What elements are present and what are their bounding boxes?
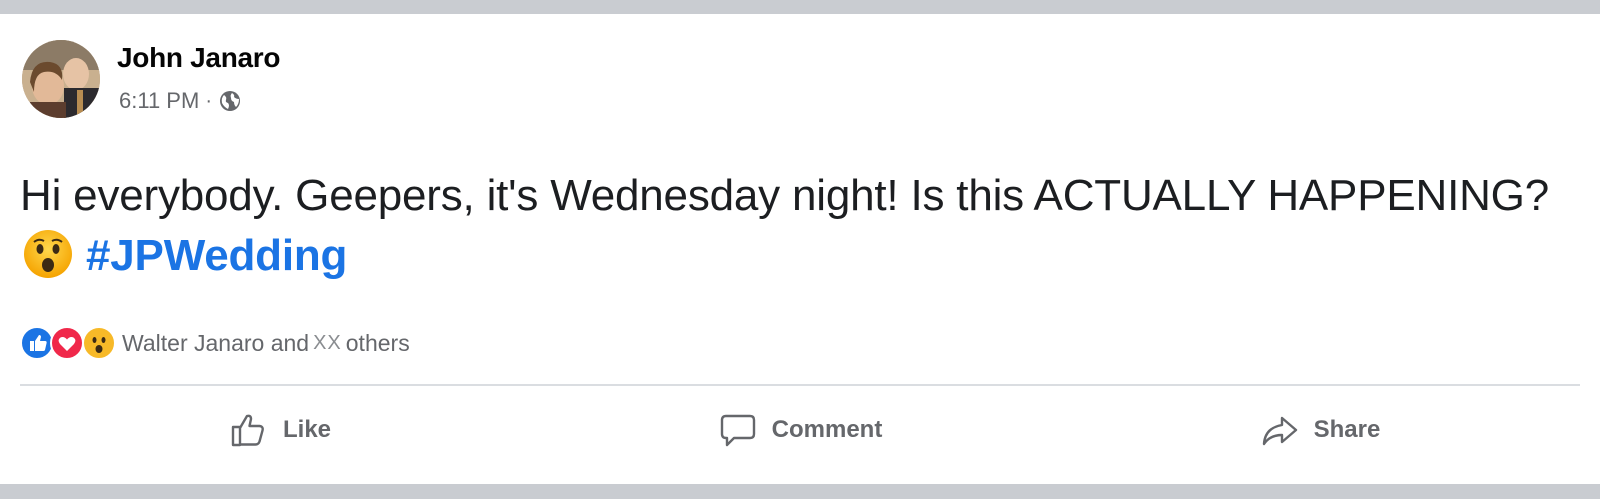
- globe-icon[interactable]: [218, 89, 242, 113]
- comment-label: Comment: [771, 416, 883, 443]
- post-text: Hi everybody. Geepers, it's Wednesday ni…: [20, 171, 1549, 220]
- love-reaction-icon: [50, 326, 84, 360]
- share-label: Share: [1313, 416, 1381, 443]
- meta-separator: ·: [205, 89, 212, 112]
- post-body: Hi everybody. Geepers, it's Wednesday ni…: [20, 166, 1560, 286]
- post-meta: 6:11 PM ·: [119, 88, 242, 114]
- reaction-names: Walter Janaro and: [122, 329, 310, 356]
- post-card: John Janaro 6:11 PM · Hi everybody. Geep…: [0, 14, 1600, 484]
- reaction-summary-text[interactable]: Walter Janaro and XX others: [122, 330, 410, 357]
- like-button[interactable]: Like: [20, 398, 540, 462]
- feed-separator: [0, 484, 1600, 499]
- reaction-count: XX: [313, 331, 342, 354]
- share-button[interactable]: Share: [1060, 398, 1580, 462]
- actions-divider: [20, 384, 1580, 386]
- post-timestamp[interactable]: 6:11 PM: [119, 88, 199, 114]
- comment-button[interactable]: Comment: [540, 398, 1060, 462]
- author-name[interactable]: John Janaro: [117, 42, 280, 74]
- reaction-others: others: [345, 329, 410, 356]
- share-arrow-icon: [1262, 416, 1297, 446]
- hashtag-link[interactable]: #JPWedding: [86, 231, 347, 280]
- avatar[interactable]: [22, 40, 100, 118]
- wow-reaction-icon: [82, 326, 116, 360]
- astonished-face-icon: [22, 228, 74, 280]
- reactions-summary[interactable]: Walter Janaro and XX others: [20, 326, 410, 360]
- comment-bubble-icon: [720, 414, 755, 447]
- thumbs-up-icon: [231, 414, 264, 447]
- reaction-icons: [20, 326, 120, 360]
- like-label: Like: [282, 416, 332, 443]
- post-actions: Like Comment Share: [20, 398, 1580, 462]
- like-reaction-icon: [20, 326, 54, 360]
